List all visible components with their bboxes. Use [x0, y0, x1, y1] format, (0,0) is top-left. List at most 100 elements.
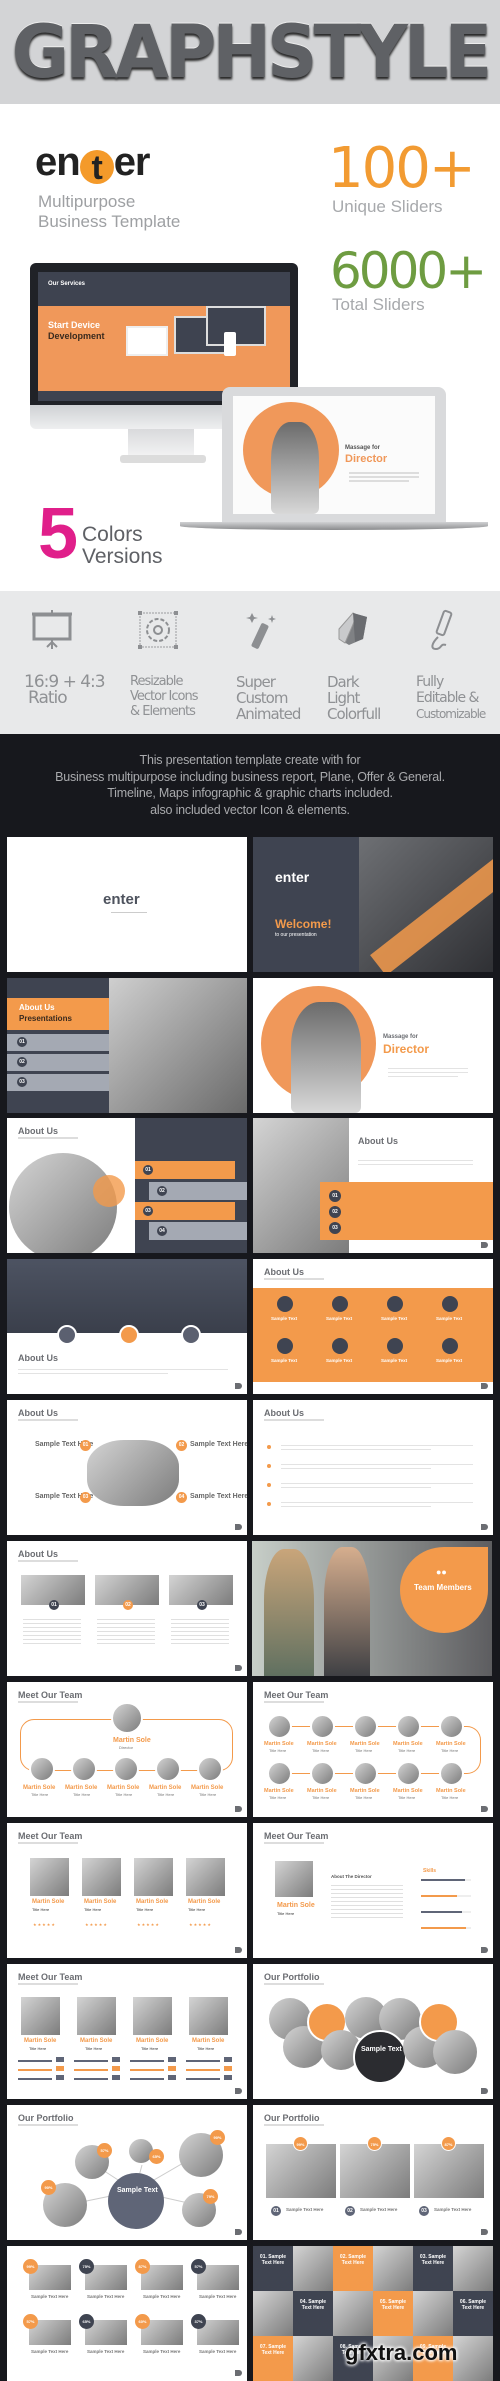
- slide-corner-icon: [481, 1383, 488, 1389]
- laptop-mockup: Massage for Director: [222, 387, 446, 522]
- mosaic-photo: [293, 2336, 333, 2381]
- mosaic-photo: [453, 2246, 493, 2291]
- slide-title: Meet Our Team: [264, 1690, 329, 1700]
- logo-tagline: Multipurpose Business Template: [38, 192, 180, 232]
- member-name: Martin Sole: [264, 1788, 294, 1794]
- percent-badge: 87%: [441, 2136, 456, 2151]
- tile-label: 06. Sample Text Here: [459, 2299, 487, 2311]
- item-label: Sample Text Here: [199, 2349, 237, 2354]
- text-line: [358, 1164, 473, 1165]
- member-role: Title Here: [398, 1748, 416, 1753]
- about-heading1: About Us: [19, 1003, 55, 1012]
- slide-about-us-cloud: About Us Sample Text Here 01 Sample Text…: [7, 1400, 247, 1535]
- welcome-sub: to our presentation: [275, 932, 317, 938]
- mosaic-photo: [413, 2291, 453, 2336]
- icon-label: Sample Text: [326, 1358, 353, 1363]
- member-name: Martin Sole: [80, 2038, 113, 2044]
- skill-badge: [168, 2075, 176, 2080]
- slide-subtitle-line: [264, 1701, 324, 1703]
- description-line: Timeline, Maps infographic & graphic cha…: [107, 786, 393, 800]
- about-list-item: 01: [7, 1034, 109, 1051]
- member-name: Martin Sole: [350, 1741, 380, 1747]
- slide-subtitle-line: [18, 1560, 78, 1562]
- slide-corner-icon: [235, 1665, 242, 1671]
- skill-bar-track: [421, 1911, 471, 1913]
- laptop-heading: Director: [345, 453, 388, 465]
- logo-text-suffix: er: [113, 140, 151, 184]
- tile-label: 02. Sample Text Here: [339, 2254, 367, 2266]
- member-role: Title Here: [398, 1795, 416, 1800]
- percent-badge: 57%: [97, 2143, 112, 2158]
- percent-badge: 65%: [149, 2149, 164, 2164]
- slide-title: About Us: [18, 1126, 58, 1136]
- member-role: Title Here: [136, 1907, 154, 1912]
- skill-bar: [186, 2078, 220, 2080]
- slide-corner-icon: [235, 2088, 242, 2094]
- feature-line: & Elements: [130, 704, 196, 719]
- stat-unique-sliders-label: Unique Sliders: [332, 197, 443, 216]
- member-name: Martin Sole: [191, 1785, 224, 1791]
- template-description: This presentation template create with f…: [0, 735, 500, 835]
- feature-line: Animated: [236, 705, 301, 723]
- member-photo: [30, 1858, 69, 1896]
- member-name: Martin Sole: [113, 1737, 151, 1744]
- slide-welcome: enter Welcome! to our presentation: [253, 837, 493, 972]
- slide-subtitle-line: [18, 1419, 78, 1421]
- stat-total-sliders-value: 6000+: [330, 242, 487, 300]
- target-icon: [387, 1338, 403, 1354]
- feature-editable: Fully Editable & Customizable: [416, 609, 500, 722]
- member-avatar: [353, 1761, 378, 1786]
- vector-gear-icon: [138, 611, 178, 649]
- slide-portfolio-circles: Our Portfolio Sample Text: [253, 1964, 493, 2099]
- slide-title: Meet Our Team: [264, 1831, 329, 1841]
- slide-cover-logo: enter: [7, 837, 247, 972]
- slide-subtitle-line: [264, 1842, 324, 1844]
- pencil-edit-icon: [431, 609, 453, 651]
- slide-subtitle-line: [264, 1983, 324, 1985]
- item-label: Sample Text Here: [143, 2349, 181, 2354]
- member-avatar: [155, 1756, 181, 1782]
- logo-t-badge: t: [79, 150, 114, 186]
- member-avatar: [71, 1756, 97, 1782]
- slide-about-us-icons: About Us Sample Text Sample Text Sample Te…: [253, 1259, 493, 1394]
- percent-badge: 37%: [191, 2314, 206, 2329]
- about-list-item: 03: [135, 1202, 235, 1220]
- member-name: Martin Sole: [192, 2038, 225, 2044]
- colors-count: 5: [38, 494, 79, 574]
- slide-corner-icon: [235, 1947, 242, 1953]
- member-photo: [82, 1858, 121, 1896]
- member-role: Title Here: [355, 1748, 373, 1753]
- item-number: 02: [345, 2206, 355, 2216]
- item-label: Sample Text Here: [360, 2207, 398, 2212]
- member-name: Martin Sole: [136, 2038, 169, 2044]
- member-role: Title Here: [85, 2046, 103, 2051]
- item-number: 02: [157, 1186, 167, 1196]
- mosaic-text-tile: 02. Sample Text Here: [333, 2246, 373, 2291]
- item-label: Sample Text Here: [190, 1493, 247, 1500]
- skill-badge: [168, 2066, 176, 2071]
- about-list-item: 01: [135, 1161, 235, 1179]
- tagline-line1: Multipurpose: [38, 192, 136, 211]
- member-role: Title Here: [312, 1748, 330, 1753]
- member-photo: [134, 1858, 173, 1896]
- slide-about-presentations: About Us Presentations 01 02 03: [7, 978, 247, 1113]
- alarm-icon: [387, 1296, 403, 1312]
- watermark: gfxtra.com: [345, 2340, 458, 2365]
- member-role: Title Here: [269, 1748, 287, 1753]
- mosaic-photo: [333, 2291, 373, 2336]
- imac-heading1: Start Device: [48, 320, 101, 330]
- portfolio-photo: [266, 2144, 336, 2198]
- percent-badge: 90%: [210, 2130, 225, 2145]
- percent-badge: 79%: [203, 2189, 218, 2204]
- skill-bar-track: [421, 1879, 471, 1881]
- percent-badge: 99%: [23, 2259, 38, 2274]
- portfolio-photo: [340, 2144, 410, 2198]
- feature-label: Dark Light Colorfull: [327, 674, 422, 722]
- item-number: 03: [80, 1492, 91, 1503]
- imac-stand: [128, 429, 194, 457]
- text-line: [281, 1445, 473, 1446]
- home-icon: [119, 1325, 139, 1345]
- slide-subtitle-line: [18, 1983, 78, 1985]
- tools-icon: [181, 1325, 201, 1345]
- item-number: 02: [17, 1057, 27, 1067]
